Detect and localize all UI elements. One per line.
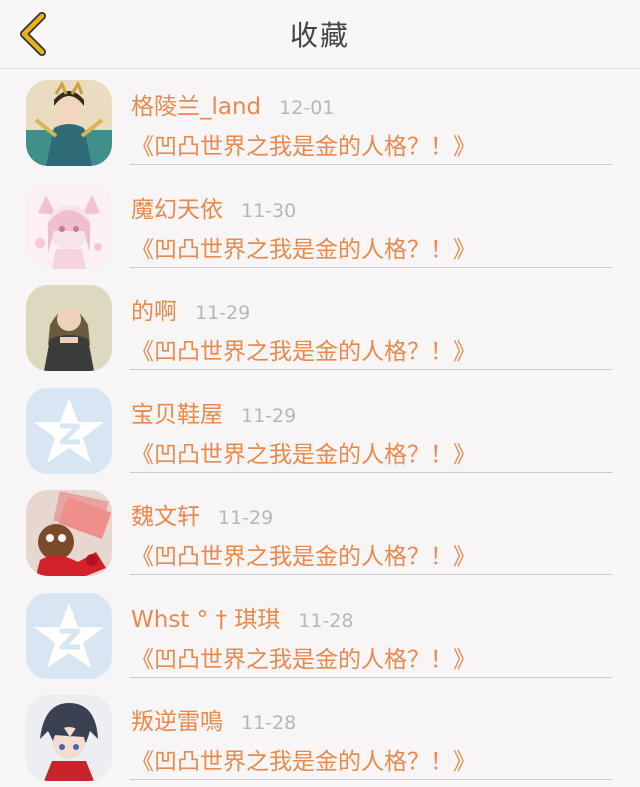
money-cartoon-avatar[interactable] [26,490,112,576]
divider [130,266,613,268]
divider [130,369,613,370]
user-name[interactable]: 宝贝鞋屋 [131,395,223,429]
user-name[interactable]: 叛逆雷鳴 [131,702,223,736]
anime-boy-avatar[interactable] [26,695,112,781]
book-title[interactable]: 《凹凸世界之我是金的人格？！》 [131,640,476,674]
book-title[interactable]: 《凹凸世界之我是金的人格？！》 [131,742,476,776]
qq-default-avatar[interactable] [26,592,112,679]
photo-girl-avatar[interactable] [26,285,112,371]
book-title[interactable]: 《凹凸世界之我是金的人格？！》 [131,537,476,571]
page-title: 收藏 [289,19,350,52]
date-label: 11-28 [298,609,354,632]
divider [130,164,613,165]
pink-cat-girl-avatar[interactable] [26,182,112,269]
top-bar: 收藏 [0,0,640,69]
date-label: 11-29 [241,404,297,427]
divider [130,574,613,575]
user-name[interactable]: Whst ° † 琪琪 [131,600,280,634]
divider [130,471,613,473]
list-item[interactable]: 魏文轩 11-29 《凹凸世界之我是金的人格？！》 [0,479,640,582]
user-name[interactable]: 魔幻天依 [131,190,223,224]
book-title[interactable]: 《凹凸世界之我是金的人格？！》 [131,332,476,366]
book-title[interactable]: 《凹凸世界之我是金的人格？！》 [131,127,476,161]
list-item[interactable]: 宝贝鞋屋 11-29 《凹凸世界之我是金的人格？！》 [0,377,640,480]
list-item[interactable]: Whst ° † 琪琪 11-28 《凹凸世界之我是金的人格？！》 [0,582,640,685]
user-name[interactable]: 格陵兰_land [131,87,261,121]
date-label: 11-29 [218,507,274,529]
list-item[interactable]: 魔幻天依 11-30 《凹凸世界之我是金的人格？！》 [0,172,640,275]
divider [130,676,613,678]
list-item[interactable]: 格陵兰_land 12-01 《凹凸世界之我是金的人格？！》 [0,69,640,172]
favorites-list: 格陵兰_land 12-01 《凹凸世界之我是金的人格？！》 魔幻天依 11-3… [0,69,640,787]
date-label: 11-29 [195,302,251,324]
date-label: 11-30 [241,199,297,222]
divider [130,779,613,780]
date-label: 11-28 [241,712,297,734]
anime-warrior-avatar[interactable] [26,80,112,166]
list-item[interactable]: 叛逆雷鳴 11-28 《凹凸世界之我是金的人格？！》 [0,684,640,787]
qq-default-avatar[interactable] [26,387,112,474]
book-title[interactable]: 《凹凸世界之我是金的人格？！》 [131,230,476,264]
book-title[interactable]: 《凹凸世界之我是金的人格？！》 [131,435,476,469]
user-name[interactable]: 魏文轩 [131,497,200,531]
list-item[interactable]: 的啊 11-29 《凹凸世界之我是金的人格？！》 [0,274,640,377]
user-name[interactable]: 的啊 [131,292,177,326]
date-label: 12-01 [279,97,335,119]
